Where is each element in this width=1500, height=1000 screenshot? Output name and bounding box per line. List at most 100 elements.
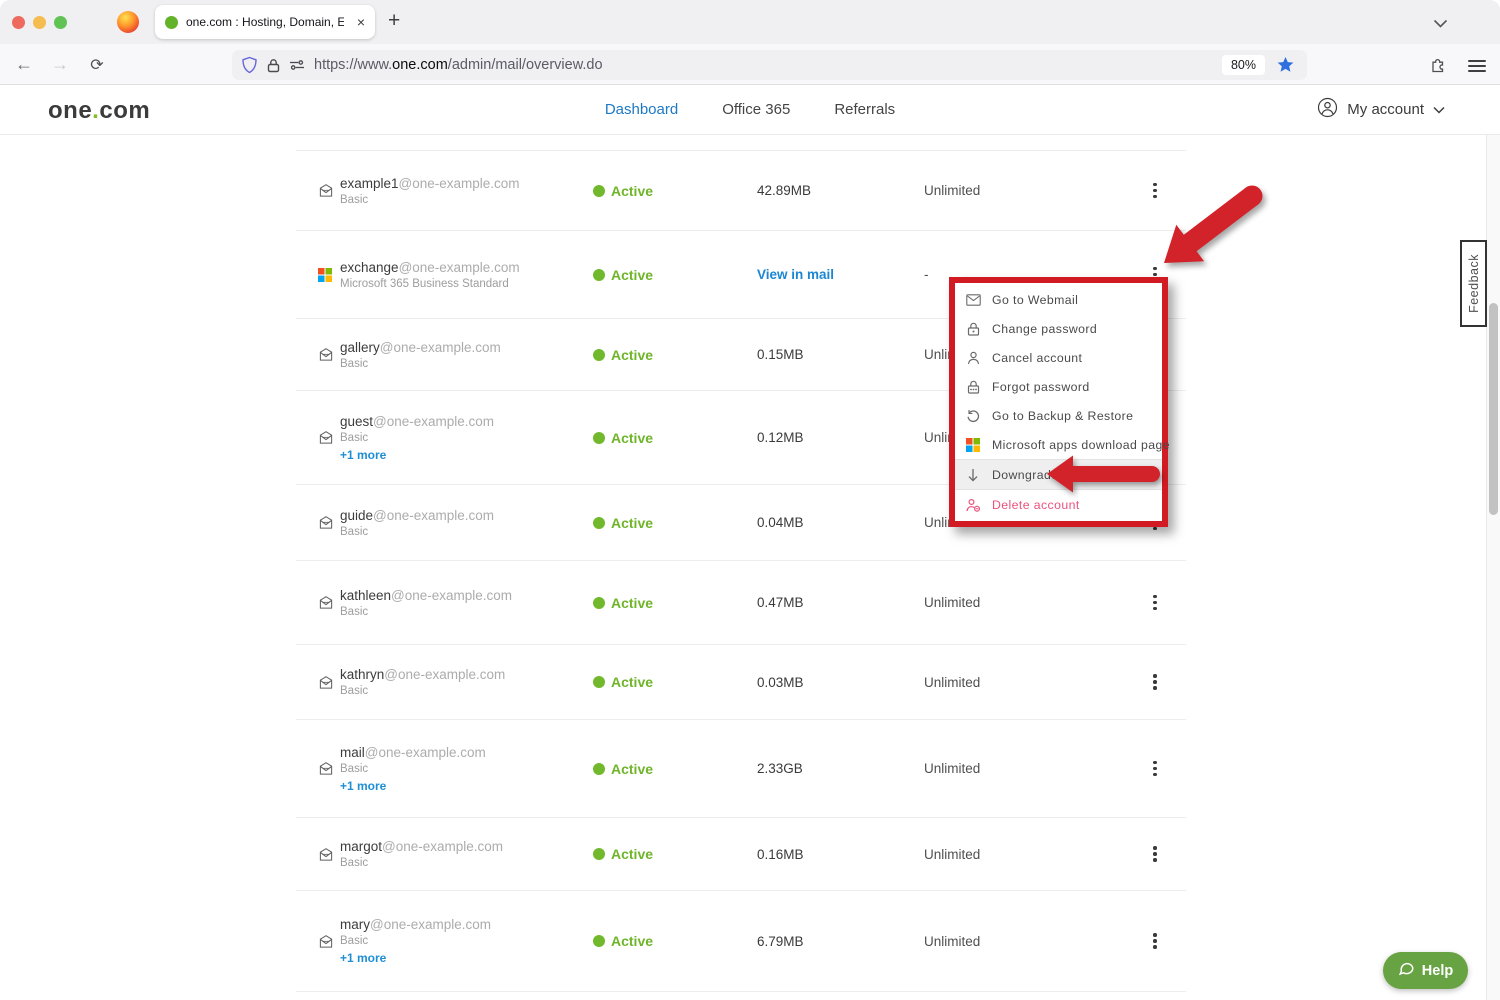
nav-item-dashboard[interactable]: Dashboard (605, 101, 678, 118)
url-domain: one.com (392, 57, 448, 73)
size-cell: 0.04MB (757, 515, 924, 530)
tab-overflow-chevron-icon[interactable] (1433, 15, 1448, 33)
browser-window: one.com : Hosting, Domain, Ema × + ← → ⟳… (0, 0, 1500, 1000)
size-cell: 0.47MB (757, 595, 924, 610)
status-label: Active (611, 674, 653, 690)
restore-icon (965, 408, 981, 424)
status-dot (593, 432, 605, 444)
more-aliases-link[interactable]: +1 more (340, 779, 386, 793)
maximize-window-button[interactable] (54, 16, 67, 29)
menu-item-microsoft-apps-download-page[interactable]: Microsoft apps download page (955, 430, 1162, 459)
view-in-mail-link[interactable]: View in mail (757, 267, 834, 282)
table-row-kathleen: kathleen@one-example.com Basic Active 0.… (296, 560, 1186, 644)
status-label: Active (611, 846, 653, 862)
plan-label: Basic (340, 526, 593, 538)
size-cell: 0.16MB (757, 847, 924, 862)
email-cell: kathleen@one-example.com Basic (340, 588, 593, 618)
status-cell: Active (593, 674, 757, 690)
scrollbar-track[interactable] (1486, 135, 1500, 1000)
menu-item-go-to-webmail[interactable]: Go to Webmail (955, 285, 1162, 314)
email-cell: mail@one-example.com Basic +1 more (340, 745, 593, 793)
tab-close-icon[interactable]: × (357, 15, 365, 29)
my-account-menu[interactable]: My account (1317, 85, 1445, 134)
kebab-cell (1124, 756, 1186, 782)
account-type-icon (296, 268, 340, 282)
status-cell: Active (593, 430, 757, 446)
status-label: Active (611, 515, 653, 531)
account-type-icon (296, 761, 340, 776)
traffic-lights (12, 16, 67, 29)
kebab-cell (1124, 841, 1186, 867)
menu-item-delete-account[interactable]: Delete account (955, 490, 1162, 519)
quota-cell: Unlimited (924, 847, 1124, 862)
plan-label: Basic (340, 606, 593, 618)
status-cell: Active (593, 846, 757, 862)
row-kebab-menu-icon[interactable] (1145, 928, 1165, 954)
browser-tab[interactable]: one.com : Hosting, Domain, Ema × (155, 5, 375, 39)
forward-button[interactable]: → (44, 44, 76, 85)
status-dot (593, 848, 605, 860)
row-kebab-menu-icon[interactable] (1145, 178, 1165, 204)
plan-label: Basic (340, 763, 593, 775)
menu-item-change-password[interactable]: Change password (955, 314, 1162, 343)
chat-bubble-icon (1398, 961, 1415, 981)
help-button[interactable]: Help (1383, 952, 1468, 989)
menu-item-label: Downgrade (992, 468, 1059, 482)
bookmark-star-icon[interactable] (1277, 57, 1294, 73)
site-header: one.com Dashboard Office 365 Referrals M… (0, 85, 1500, 135)
zoom-level-badge[interactable]: 80% (1222, 55, 1265, 75)
email-address: guide@one-example.com (340, 508, 593, 523)
account-type-icon (296, 847, 340, 862)
new-tab-button[interactable]: + (388, 9, 400, 33)
email-address: kathleen@one-example.com (340, 588, 593, 603)
row-kebab-menu-icon[interactable] (1145, 590, 1165, 616)
person-remove-icon (965, 497, 981, 513)
reload-button[interactable]: ⟳ (81, 44, 113, 85)
nav-item-office-365[interactable]: Office 365 (722, 101, 790, 118)
row-kebab-menu-icon[interactable] (1145, 841, 1165, 867)
email-address: mail@one-example.com (340, 745, 593, 760)
status-dot (593, 349, 605, 361)
status-dot (593, 935, 605, 947)
plan-label: Basic (340, 685, 593, 697)
extensions-puzzle-icon[interactable] (1430, 55, 1448, 78)
status-label: Active (611, 933, 653, 949)
menu-item-label: Go to Backup & Restore (992, 409, 1133, 423)
more-aliases-link[interactable]: +1 more (340, 448, 386, 462)
menu-item-forgot-password[interactable]: Forgot password (955, 372, 1162, 401)
status-label: Active (611, 761, 653, 777)
menu-item-go-to-backup-restore[interactable]: Go to Backup & Restore (955, 401, 1162, 430)
minimize-window-button[interactable] (33, 16, 46, 29)
https-lock-icon[interactable] (267, 58, 280, 73)
firefox-icon[interactable] (117, 11, 139, 33)
url-text[interactable]: https://www.one.com/admin/mail/overview.… (314, 57, 603, 73)
permissions-icon[interactable] (289, 58, 305, 72)
help-label: Help (1422, 963, 1453, 979)
tracking-protection-shield-icon[interactable] (241, 56, 258, 74)
feedback-tab[interactable]: Feedback (1460, 240, 1487, 327)
size-cell: View in mail (757, 267, 924, 282)
table-row-margot: margot@one-example.com Basic Active 0.16… (296, 817, 1186, 890)
status-label: Active (611, 267, 653, 283)
url-bar[interactable]: https://www.one.com/admin/mail/overview.… (232, 50, 1307, 80)
row-kebab-menu-icon[interactable] (1145, 756, 1165, 782)
menu-item-downgrade[interactable]: Downgrade (955, 460, 1162, 489)
quota-cell: Unlimited (924, 675, 1124, 690)
account-type-icon (296, 347, 340, 362)
more-aliases-link[interactable]: +1 more (340, 951, 386, 965)
menu-item-cancel-account[interactable]: Cancel account (955, 343, 1162, 372)
table-row-kathryn: kathryn@one-example.com Basic Active 0.0… (296, 644, 1186, 719)
kebab-cell (1124, 590, 1186, 616)
close-window-button[interactable] (12, 16, 25, 29)
status-label: Active (611, 183, 653, 199)
status-cell: Active (593, 933, 757, 949)
feedback-label: Feedback (1467, 254, 1481, 313)
account-type-icon (296, 430, 340, 445)
row-kebab-menu-icon[interactable] (1145, 669, 1165, 695)
nav-item-referrals[interactable]: Referrals (834, 101, 895, 118)
lock-icon (965, 321, 981, 337)
scrollbar-thumb[interactable] (1489, 303, 1498, 515)
email-cell: kathryn@one-example.com Basic (340, 667, 593, 697)
back-button[interactable]: ← (8, 44, 40, 85)
hamburger-menu-icon[interactable] (1468, 57, 1486, 75)
